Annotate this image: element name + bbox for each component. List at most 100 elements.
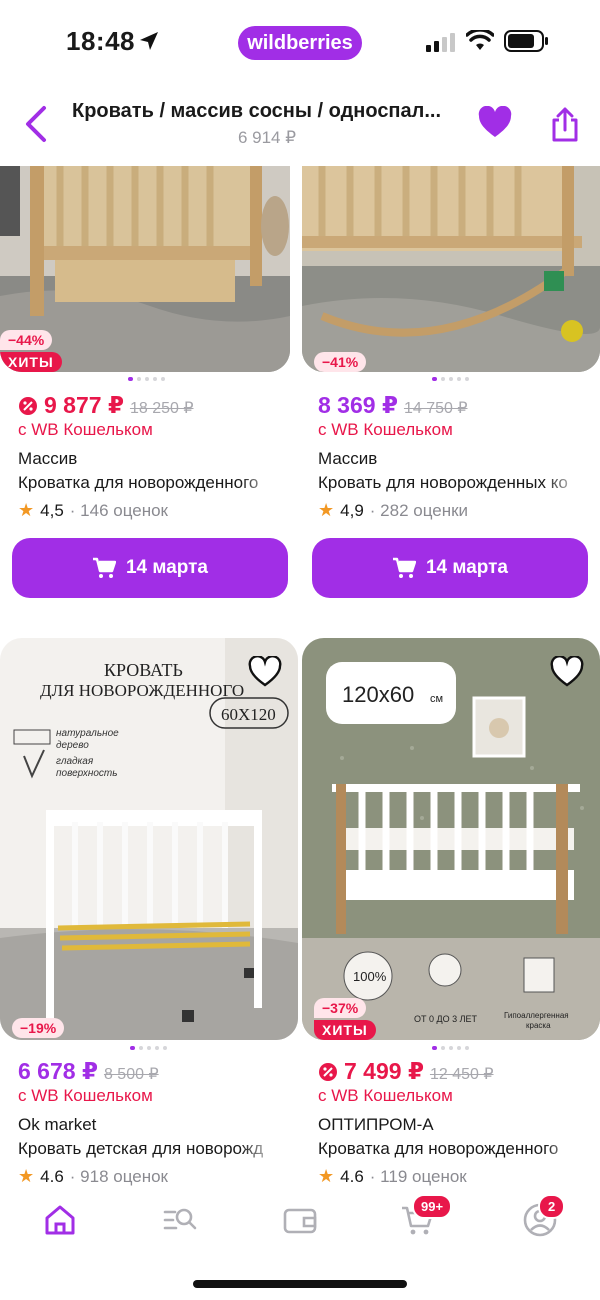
svg-text:поверхность: поверхность — [56, 768, 118, 779]
star-icon: ★ — [318, 500, 335, 520]
rating-value: 4,5 — [40, 500, 64, 520]
cart-icon — [92, 557, 116, 578]
image-size-label: 60Х120 — [221, 705, 276, 724]
svg-text:см: см — [430, 693, 443, 705]
svg-text:ОТ 0 ДО 3 ЛЕТ: ОТ 0 ДО 3 ЛЕТ — [414, 1014, 478, 1024]
svg-text:гладкая: гладкая — [56, 756, 94, 767]
price: 7 499 ₽ — [344, 1058, 424, 1084]
review-count: · 146 оценок — [69, 500, 168, 520]
price: 9 877 ₽ — [44, 392, 124, 418]
brand-name: Ok market — [18, 1115, 97, 1134]
brand-name: Массив — [18, 449, 78, 468]
top-header: Кровать / массив сосны / односпал... 6 9… — [0, 88, 600, 164]
location-arrow-icon — [140, 32, 158, 50]
svg-text:дерево: дерево — [56, 740, 89, 751]
svg-text:100%: 100% — [353, 969, 387, 984]
image-carousel-dots — [130, 1046, 167, 1052]
back-arrow-icon[interactable] — [20, 104, 52, 144]
rating-row: ★ 4.6 · 918 оценок — [18, 1166, 168, 1187]
rating-value: 4,9 — [340, 500, 364, 520]
page-title: Кровать / массив сосны / односпал... — [72, 100, 442, 122]
image-size-label: 120х60 — [342, 682, 414, 707]
product-image[interactable]: 120х60 см 100% ОТ 0 ДО 3 ЛЕТ Гипоаллерге… — [302, 638, 600, 1040]
image-carousel-dots — [432, 377, 469, 383]
product-card[interactable]: 120х60 см 100% ОТ 0 ДО 3 ЛЕТ Гипоаллерге… — [302, 638, 600, 1188]
price: 8 369 ₽ — [318, 392, 398, 418]
wallet-label: с WB Кошельком — [18, 420, 153, 439]
share-icon[interactable] — [550, 106, 580, 144]
product-name: Кровать для новорожденных ко — [318, 473, 568, 492]
brand-name: ОПТИПРОМ-А — [318, 1115, 434, 1134]
catalog-search-icon[interactable] — [162, 1202, 198, 1238]
cart-count-badge: 99+ — [412, 1194, 453, 1219]
discount-badge: −41% — [314, 352, 367, 372]
svg-text:краска: краска — [526, 1021, 551, 1030]
battery-icon — [504, 30, 548, 52]
add-to-cart-button[interactable]: 14 марта — [312, 538, 588, 598]
product-card[interactable]: КРОВАТЬ ДЛЯ НОВОРОЖДЕННОГО 60Х120 натура… — [0, 638, 298, 1188]
favorite-heart-icon[interactable] — [478, 106, 512, 140]
wallet-label: с WB Кошельком — [318, 1086, 453, 1105]
product-image[interactable]: −41% — [302, 166, 600, 372]
svg-text:натуральное: натуральное — [56, 728, 119, 739]
image-title-line1: КРОВАТЬ — [104, 660, 183, 680]
price-row: 8 369 ₽ 14 750 ₽ — [318, 392, 468, 419]
delivery-date: 14 марта — [425, 557, 508, 578]
star-icon: ★ — [18, 1166, 35, 1186]
price-row: 6 678 ₽ 8 500 ₽ — [18, 1058, 159, 1085]
favorite-heart-icon[interactable] — [248, 656, 282, 688]
product-name: Кровать детская для новорожд — [18, 1139, 264, 1158]
product-card[interactable]: −44% ХИТЫ 9 877 ₽ 18 250 ₽ с WB Кошелько… — [0, 166, 290, 606]
wallet-icon[interactable] — [282, 1202, 318, 1238]
price: 6 678 ₽ — [18, 1058, 98, 1084]
cart-icon — [392, 557, 416, 578]
discount-badge: −37% — [314, 998, 367, 1018]
wallet-label: с WB Кошельком — [318, 420, 453, 439]
discount-badge: −44% — [0, 330, 53, 350]
delivery-date: 14 марта — [125, 557, 208, 578]
bottom-navigation: 99+ 2 — [0, 1190, 600, 1250]
app-pill[interactable]: wildberries — [238, 26, 362, 60]
add-to-cart-button[interactable]: 14 марта — [12, 538, 288, 598]
discount-badge: −19% — [12, 1018, 65, 1038]
old-price: 12 450 ₽ — [429, 1066, 494, 1083]
signal-icon — [426, 33, 455, 52]
image-title-line2: ДЛЯ НОВОРОЖДЕННОГО — [40, 681, 244, 700]
review-count: · 282 оценки — [369, 500, 469, 520]
rating-value: 4.6 — [40, 1166, 64, 1186]
rating-value: 4.6 — [340, 1166, 364, 1186]
rating-row: ★ 4.6 · 119 оценок — [318, 1166, 467, 1187]
review-count: · 918 оценок — [69, 1166, 168, 1186]
crib-photo: КРОВАТЬ ДЛЯ НОВОРОЖДЕННОГО 60Х120 натура… — [0, 638, 298, 1040]
profile-notification-badge: 2 — [538, 1194, 566, 1219]
old-price: 18 250 ₽ — [129, 400, 194, 417]
sale-percent-icon — [319, 1062, 337, 1081]
home-icon[interactable] — [42, 1202, 78, 1238]
product-feed-screen: 18:48 wildberries Кровать / массив сосны… — [0, 0, 600, 1300]
brand-name: Массив — [318, 449, 378, 468]
rating-row: ★ 4,9 · 282 оценки — [318, 500, 468, 521]
sale-percent-icon — [19, 396, 37, 415]
old-price: 14 750 ₽ — [403, 400, 468, 417]
status-bar: 18:48 wildberries — [0, 0, 600, 84]
svg-text:Гипоаллергенная: Гипоаллергенная — [504, 1011, 569, 1020]
hit-badge: ХИТЫ — [314, 1020, 376, 1040]
image-carousel-dots — [432, 1046, 469, 1052]
status-time: 18:48 — [66, 26, 135, 56]
page-subtitle-price: 6 914 ₽ — [237, 128, 297, 147]
product-name: Кроватка для новорожденного — [18, 473, 259, 492]
image-carousel-dots — [128, 377, 165, 383]
home-indicator — [193, 1280, 407, 1288]
favorite-heart-icon[interactable] — [550, 656, 584, 688]
product-image[interactable]: КРОВАТЬ ДЛЯ НОВОРОЖДЕННОГО 60Х120 натура… — [0, 638, 298, 1040]
hit-badge: ХИТЫ — [0, 352, 62, 372]
product-image[interactable]: −44% ХИТЫ — [0, 166, 290, 372]
price-row: 7 499 ₽ 12 450 ₽ — [318, 1058, 494, 1085]
wallet-label: с WB Кошельком — [18, 1086, 153, 1105]
price-row: 9 877 ₽ 18 250 ₽ — [18, 392, 194, 419]
rating-row: ★ 4,5 · 146 оценок — [18, 500, 168, 521]
crib-photo — [302, 166, 600, 372]
product-card[interactable]: −41% 8 369 ₽ 14 750 ₽ с WB Кошельком Мас… — [302, 166, 600, 606]
crib-photo: 120х60 см 100% ОТ 0 ДО 3 ЛЕТ Гипоаллерге… — [302, 638, 600, 1040]
review-count: · 119 оценок — [369, 1166, 467, 1186]
